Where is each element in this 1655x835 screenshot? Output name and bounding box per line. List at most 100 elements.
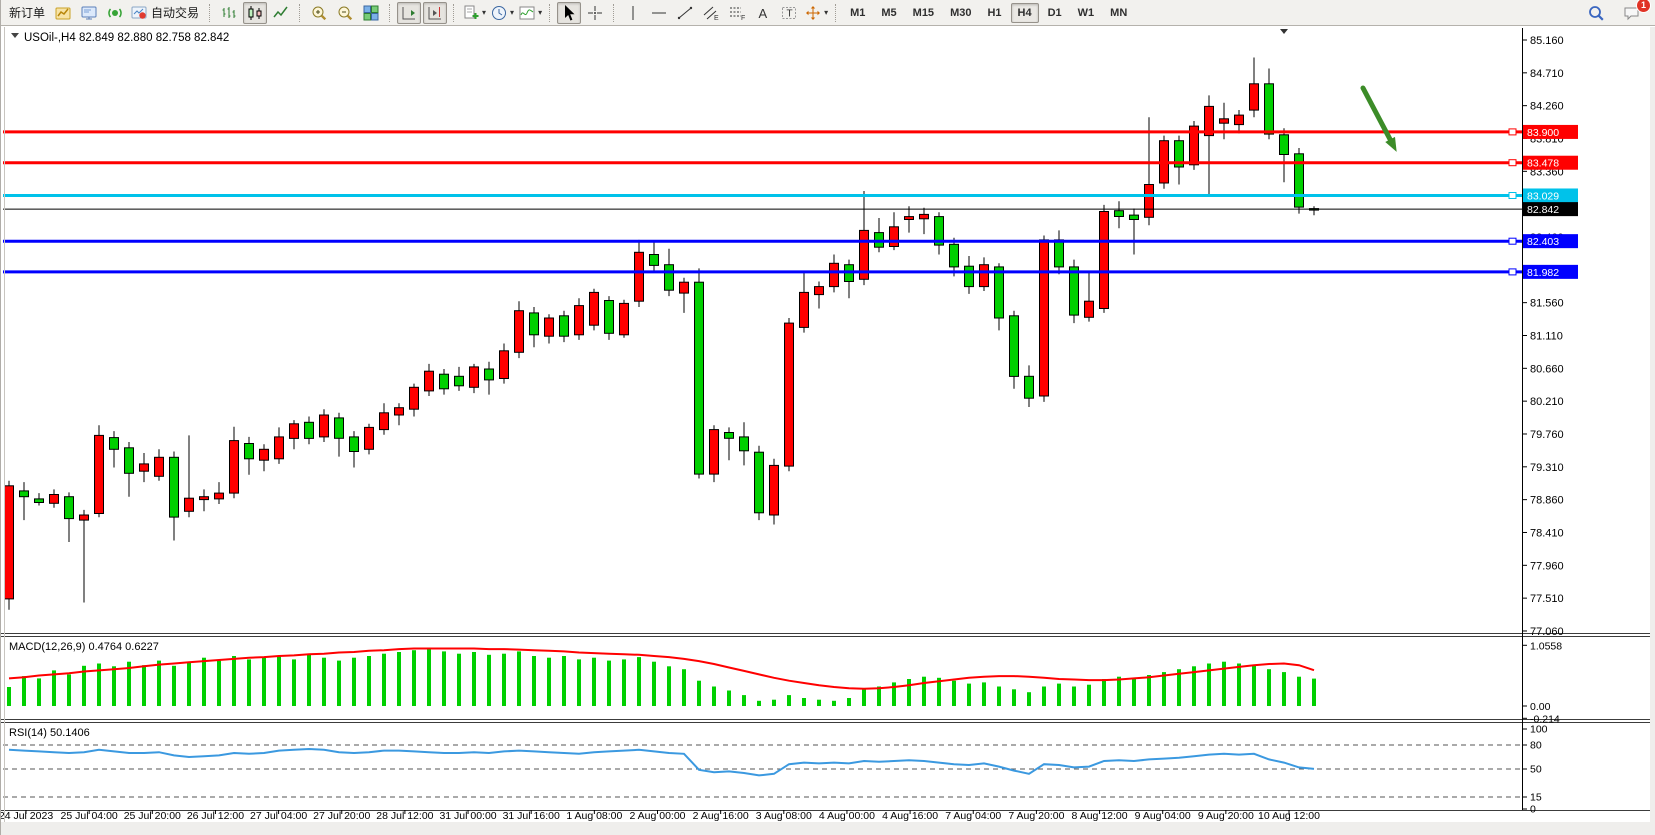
rsi-axis-label: 0 xyxy=(1530,804,1536,816)
rsi-axis-label: 100 xyxy=(1530,724,1548,736)
time-tick-label: 31 Jul 00:00 xyxy=(439,810,496,822)
chart-shift-button[interactable] xyxy=(423,2,447,24)
cursor-button[interactable] xyxy=(557,2,581,24)
timeframe-m1-button[interactable]: M1 xyxy=(843,3,872,23)
toolbar-separator xyxy=(453,4,455,22)
notification-badge: 1 xyxy=(1636,0,1651,13)
price-tick-label: 84.710 xyxy=(1530,68,1564,80)
new-chart-window-button[interactable] xyxy=(51,2,75,24)
timeframe-m15-button[interactable]: M15 xyxy=(906,3,941,23)
line-chart-button[interactable] xyxy=(269,2,293,24)
indicators-dropdown[interactable]: ▾ xyxy=(517,2,543,24)
price-tick-label: 81.110 xyxy=(1530,330,1563,342)
svg-text:82.403: 82.403 xyxy=(1527,236,1559,248)
crosshair-button[interactable] xyxy=(583,2,607,24)
arrows-dropdown[interactable]: ▾ xyxy=(803,2,829,24)
timeframe-w1-button[interactable]: W1 xyxy=(1071,3,1102,23)
candlestick-chart-button[interactable] xyxy=(243,2,267,24)
text-label-button[interactable]: T xyxy=(777,2,801,24)
price-level-badge: 82.403 xyxy=(1523,234,1578,248)
new-order-button[interactable]: 新订单 xyxy=(5,2,49,24)
chart-title: USOil-,H4 82.849 82.880 82.758 82.842 xyxy=(11,32,229,44)
price-tick-label: 84.260 xyxy=(1530,101,1564,113)
time-tick-label: 10 Aug 12:00 xyxy=(1258,810,1320,822)
auto-trading-button[interactable]: 自动交易 xyxy=(129,2,203,24)
toolbar-separator xyxy=(835,4,837,22)
chart-canvas[interactable]: 85.16084.71084.26083.81083.36082.91082.4… xyxy=(1,0,1655,835)
svg-text:F: F xyxy=(741,15,745,22)
price-tick-label: 77.960 xyxy=(1530,560,1564,572)
price-tick-label: 79.310 xyxy=(1530,462,1564,474)
timeframe-m5-button[interactable]: M5 xyxy=(874,3,903,23)
time-tick-label: 25 Jul 20:00 xyxy=(124,810,181,822)
timeframe-d1-button[interactable]: D1 xyxy=(1041,3,1069,23)
time-tick-label: 25 Jul 04:00 xyxy=(61,810,118,822)
svg-text:81.982: 81.982 xyxy=(1527,267,1559,279)
time-tick-label: 3 Aug 08:00 xyxy=(756,810,812,822)
horizontal-line-button[interactable] xyxy=(647,2,671,24)
fibonacci-button[interactable]: F xyxy=(725,2,749,24)
price-level-badge: 83.478 xyxy=(1523,156,1578,170)
svg-text:82.842: 82.842 xyxy=(1527,204,1559,216)
time-tick-label: 28 Jul 12:00 xyxy=(376,810,433,822)
svg-text:83.029: 83.029 xyxy=(1527,190,1559,202)
auto-scroll-button[interactable] xyxy=(397,2,421,24)
toolbar-separator xyxy=(549,4,551,22)
macd-axis-label: 0.00 xyxy=(1530,701,1551,713)
price-level-badge: 81.982 xyxy=(1523,265,1578,279)
toolbar-separator xyxy=(389,4,391,22)
timeframe-h1-button[interactable]: H1 xyxy=(980,3,1008,23)
mt4-window: 新订单自动交易▾▾▾EFAT▾M1M5M15M30H1H4D1W1MN1 85.… xyxy=(0,0,1655,835)
price-tick-label: 78.860 xyxy=(1530,495,1564,507)
svg-text:T: T xyxy=(787,8,793,19)
bar-chart-button[interactable] xyxy=(217,2,241,24)
rsi-axis-label: 80 xyxy=(1530,740,1542,752)
time-tick-label: 9 Aug 20:00 xyxy=(1198,810,1254,822)
periods-dropdown[interactable]: ▾ xyxy=(489,2,515,24)
zoom-out-button[interactable] xyxy=(333,2,357,24)
price-tick-label: 80.660 xyxy=(1530,363,1564,375)
timeframe-m30-button[interactable]: M30 xyxy=(943,3,978,23)
price-tick-label: 77.060 xyxy=(1530,626,1564,638)
time-axis[interactable]: 24 Jul 2023 25 Jul 04:00 25 Jul 20:00 26 Ju… xyxy=(1,810,1320,822)
toolbar-separator xyxy=(209,4,211,22)
toolbar-right: 1 xyxy=(1583,2,1653,24)
price-level-badge: 83.029 xyxy=(1523,188,1578,202)
time-tick-label: 2 Aug 16:00 xyxy=(693,810,749,822)
market-watch-button[interactable] xyxy=(103,2,127,24)
toolbar-separator xyxy=(613,4,615,22)
time-tick-label: 1 Aug 08:00 xyxy=(566,810,622,822)
tile-windows-button[interactable] xyxy=(359,2,383,24)
search-icon[interactable] xyxy=(1584,2,1608,24)
timeframe-mn-button[interactable]: MN xyxy=(1103,3,1134,23)
time-tick-label: 27 Jul 04:00 xyxy=(250,810,307,822)
macd-label: MACD(12,26,9) 0.4764 0.6227 xyxy=(9,641,159,653)
time-tick-label: 24 Jul 2023 xyxy=(1,810,53,822)
chevron-down-icon: ▾ xyxy=(824,8,828,17)
timeframe-h4-button[interactable]: H4 xyxy=(1011,3,1039,23)
time-tick-label: 7 Aug 04:00 xyxy=(945,810,1001,822)
svg-text:E: E xyxy=(714,15,719,22)
terminal-button[interactable] xyxy=(77,2,101,24)
time-tick-label: 26 Jul 12:00 xyxy=(187,810,244,822)
rsi-axis-label: 50 xyxy=(1530,764,1542,776)
time-tick-label: 7 Aug 20:00 xyxy=(1008,810,1064,822)
time-tick-label: 27 Jul 20:00 xyxy=(313,810,370,822)
chevron-down-icon: ▾ xyxy=(482,8,486,17)
trendline-button[interactable] xyxy=(673,2,697,24)
equidistant-channel-button[interactable]: E xyxy=(699,2,723,24)
time-tick-label: 4 Aug 00:00 xyxy=(819,810,875,822)
new-chart-dropdown[interactable]: ▾ xyxy=(461,2,487,24)
price-tick-label: 85.160 xyxy=(1530,35,1564,47)
time-tick-label: 2 Aug 00:00 xyxy=(629,810,685,822)
price-level-badge: 83.900 xyxy=(1523,125,1578,139)
zoom-in-button[interactable] xyxy=(307,2,331,24)
svg-text:A: A xyxy=(759,6,768,21)
time-tick-label: 31 Jul 16:00 xyxy=(503,810,560,822)
rsi-label: RSI(14) 50.1406 xyxy=(9,727,90,739)
chevron-down-icon: ▾ xyxy=(510,8,514,17)
macd-axis-label: 1.0558 xyxy=(1530,640,1562,652)
vertical-line-button[interactable] xyxy=(621,2,645,24)
price-tick-label: 81.560 xyxy=(1530,298,1564,310)
text-button[interactable]: A xyxy=(751,2,775,24)
